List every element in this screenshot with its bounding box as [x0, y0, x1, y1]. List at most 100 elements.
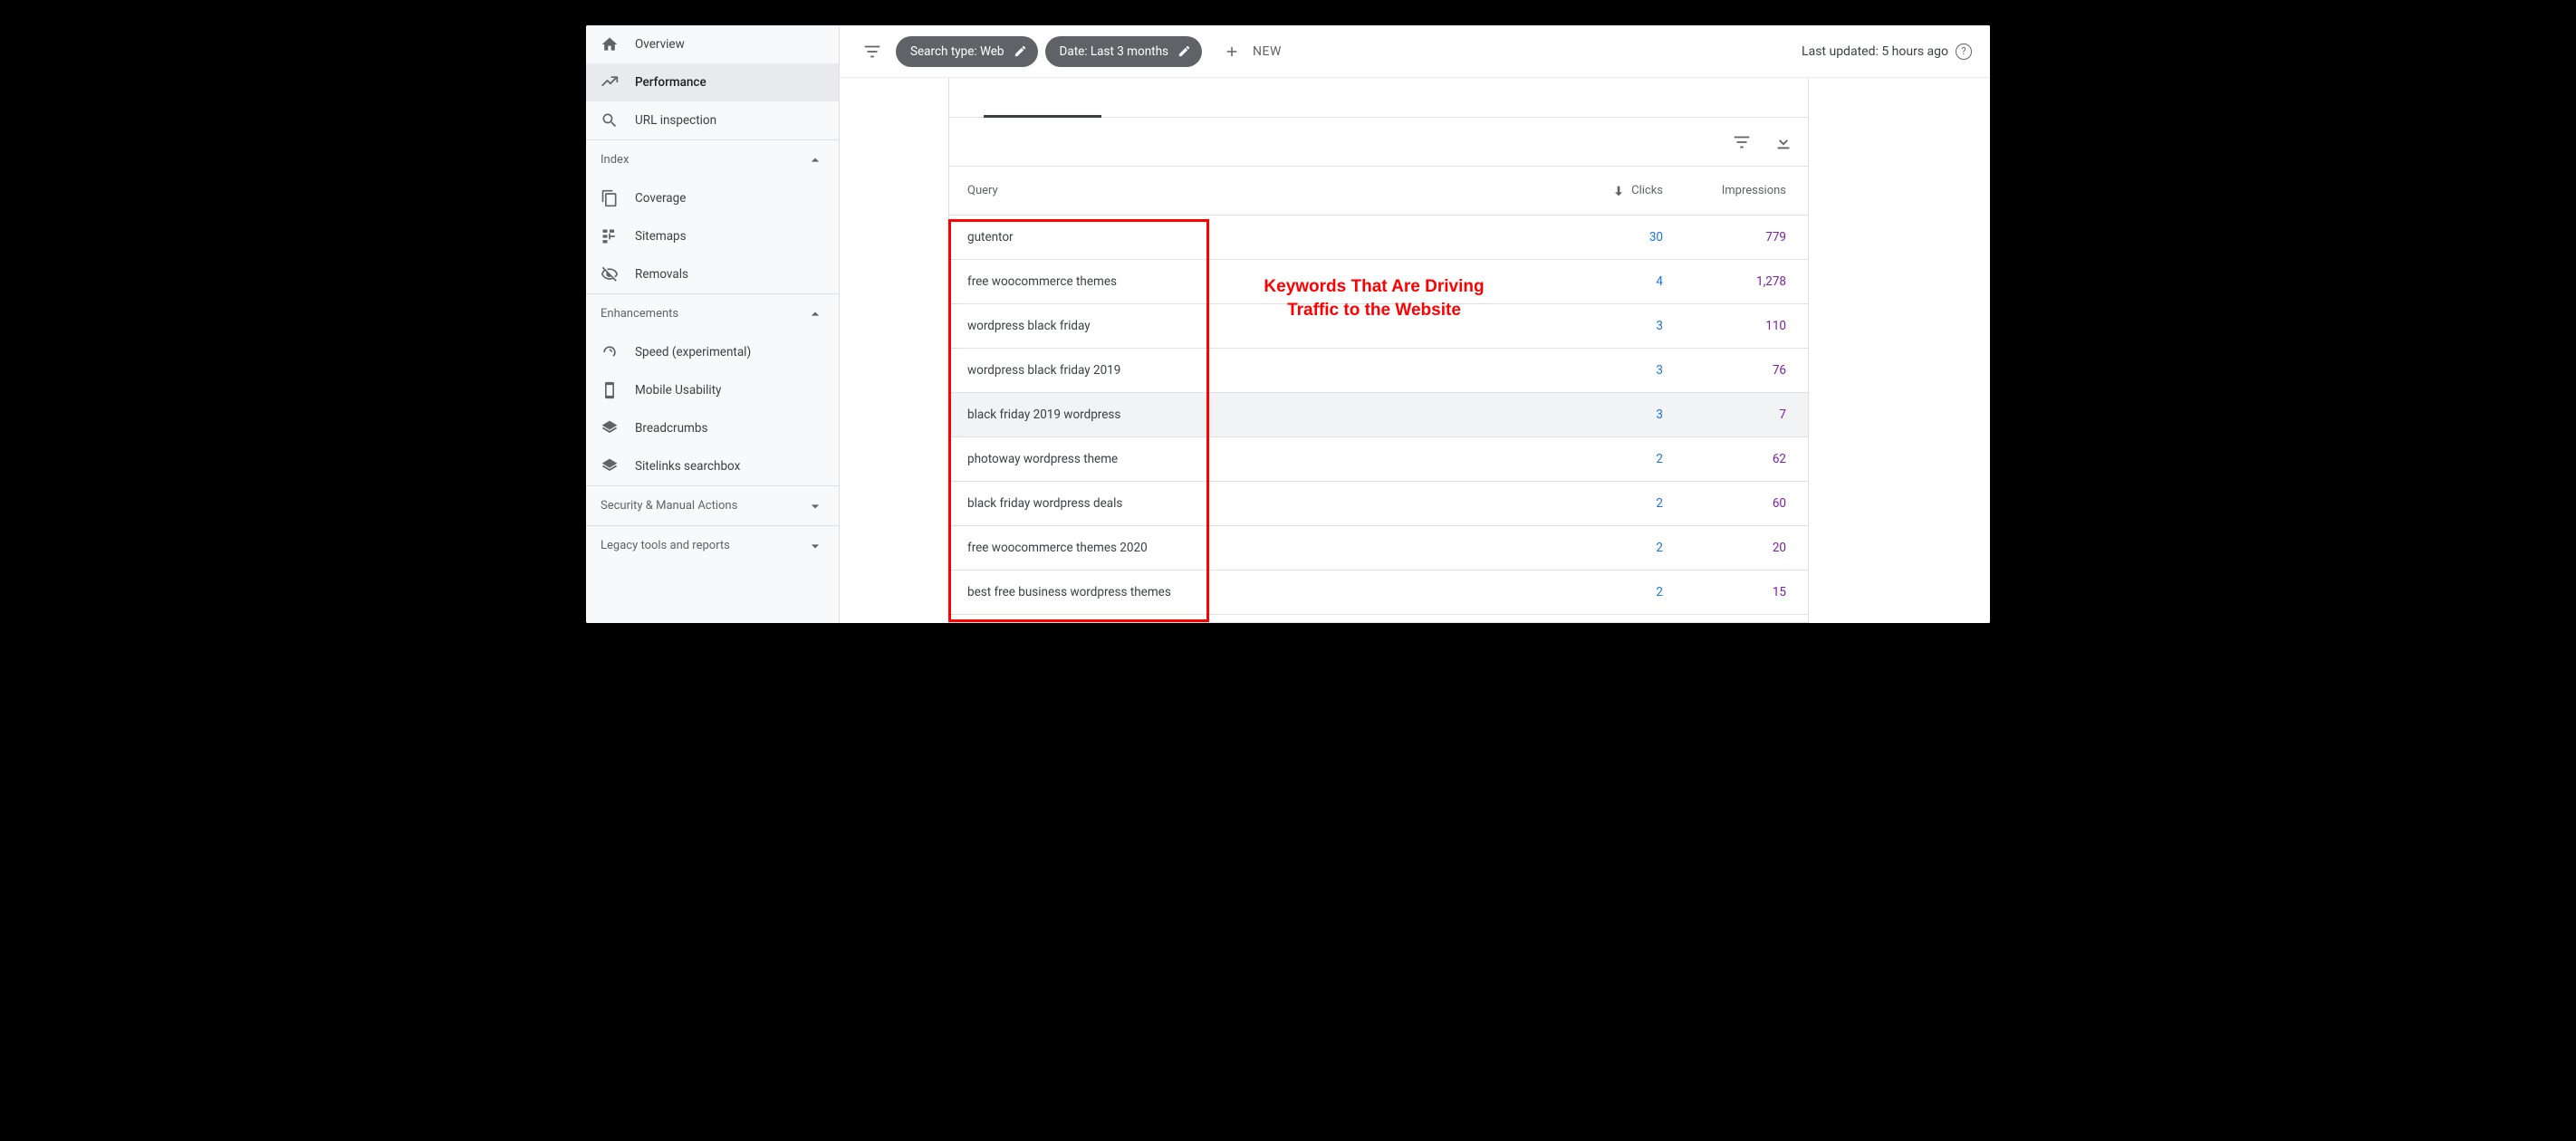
filter-icon[interactable] [856, 35, 889, 68]
queries-card: Query Clicks Impressions gutentor30779fr… [948, 78, 1809, 623]
table-row[interactable]: black friday wordpress deals260 [949, 482, 1808, 526]
sidebar-item-speed[interactable]: Speed (experimental) [586, 333, 839, 371]
content-area: Query Clicks Impressions gutentor30779fr… [840, 78, 1990, 623]
sidebar-item-label: Sitemaps [635, 229, 687, 244]
new-filter-button[interactable]: NEW [1213, 35, 1293, 68]
new-label: NEW [1253, 44, 1282, 59]
cell-query: black friday wordpress deals [949, 496, 1545, 511]
chip-label: Date: Last 3 months [1060, 44, 1169, 59]
table-row[interactable]: gutentor30779 [949, 216, 1808, 260]
cell-clicks: 2 [1545, 541, 1663, 555]
table-row[interactable]: free woocommerce themes 2020220 [949, 526, 1808, 570]
download-icon[interactable] [1773, 132, 1793, 152]
last-updated: Last updated: 5 hours ago ? [1802, 43, 1972, 60]
search-icon [601, 111, 619, 129]
column-impressions[interactable]: Impressions [1663, 184, 1808, 197]
cell-clicks: 2 [1545, 585, 1663, 599]
cell-impressions: 779 [1663, 230, 1808, 244]
chevron-up-icon [806, 305, 824, 323]
help-icon[interactable]: ? [1956, 43, 1972, 60]
table-row[interactable]: free woocommerce themes41,278 [949, 260, 1808, 304]
section-index[interactable]: Index [586, 139, 839, 179]
section-label: Enhancements [601, 307, 678, 321]
cell-query: free woocommerce themes 2020 [949, 541, 1545, 555]
hide-icon [601, 265, 619, 283]
cell-query: photoway wordpress theme [949, 452, 1545, 466]
table-header: Query Clicks Impressions [949, 167, 1808, 216]
column-clicks-label: Clicks [1631, 184, 1663, 197]
cell-query: wordpress black friday [949, 319, 1545, 333]
section-enhancements[interactable]: Enhancements [586, 293, 839, 333]
mobile-icon [601, 381, 619, 399]
sidebar-item-label: Coverage [635, 191, 686, 206]
cell-impressions: 76 [1663, 363, 1808, 378]
cell-impressions: 60 [1663, 496, 1808, 511]
pencil-icon [1177, 44, 1191, 58]
home-icon [601, 35, 619, 53]
column-query[interactable]: Query [949, 184, 1545, 197]
cell-impressions: 110 [1663, 319, 1808, 333]
sidebar-item-sitelinks[interactable]: Sitelinks searchbox [586, 447, 839, 485]
main-content: Search type: Web Date: Last 3 months NEW… [840, 25, 1990, 623]
sitemap-icon [601, 227, 619, 245]
layers-icon [601, 419, 619, 437]
plus-icon [1224, 43, 1240, 60]
sidebar-item-label: Speed (experimental) [635, 345, 751, 360]
chevron-up-icon [806, 151, 824, 169]
sidebar-item-breadcrumbs[interactable]: Breadcrumbs [586, 409, 839, 447]
table-row[interactable]: best free business wordpress themes215 [949, 570, 1808, 615]
cell-query: black friday 2019 wordpress [949, 408, 1545, 422]
sort-desc-icon [1611, 184, 1626, 198]
sidebar-item-coverage[interactable]: Coverage [586, 179, 839, 217]
section-security[interactable]: Security & Manual Actions [586, 485, 839, 525]
chevron-down-icon [806, 537, 824, 555]
sidebar-item-label: Mobile Usability [635, 383, 721, 398]
filter-icon[interactable] [1732, 132, 1752, 152]
app-window: Overview Performance URL inspection Inde… [579, 18, 1997, 630]
cell-query: gutentor [949, 230, 1545, 244]
cell-impressions: 1,278 [1663, 274, 1808, 289]
sidebar-item-sitemaps[interactable]: Sitemaps [586, 217, 839, 255]
chip-search-type[interactable]: Search type: Web [896, 36, 1038, 67]
sidebar-item-label: Breadcrumbs [635, 421, 707, 436]
section-label: Security & Manual Actions [601, 499, 737, 513]
speed-icon [601, 343, 619, 361]
layers-icon [601, 457, 619, 475]
sidebar-item-label: Performance [635, 75, 706, 90]
cell-impressions: 62 [1663, 452, 1808, 466]
sidebar-item-label: Removals [635, 267, 688, 282]
chip-label: Search type: Web [910, 44, 1004, 59]
sidebar-item-mobile[interactable]: Mobile Usability [586, 371, 839, 409]
section-label: Legacy tools and reports [601, 539, 730, 552]
sidebar-item-performance[interactable]: Performance [586, 63, 839, 101]
column-clicks[interactable]: Clicks [1545, 184, 1663, 198]
sidebar-item-overview[interactable]: Overview [586, 25, 839, 63]
cell-clicks: 4 [1545, 274, 1663, 289]
sidebar: Overview Performance URL inspection Inde… [586, 25, 840, 623]
cell-clicks: 2 [1545, 496, 1663, 511]
cell-clicks: 3 [1545, 363, 1663, 378]
table-toolbar [949, 118, 1808, 167]
cell-clicks: 30 [1545, 230, 1663, 244]
sidebar-item-label: Overview [635, 37, 685, 52]
sidebar-item-label: URL inspection [635, 113, 716, 128]
sidebar-item-removals[interactable]: Removals [586, 255, 839, 293]
trend-icon [601, 73, 619, 91]
table-row[interactable]: photoway wordpress theme262 [949, 437, 1808, 482]
cell-query: wordpress black friday 2019 [949, 363, 1545, 378]
sidebar-item-url-inspection[interactable]: URL inspection [586, 101, 839, 139]
cell-impressions: 7 [1663, 408, 1808, 422]
table-row[interactable]: wordpress black friday3110 [949, 304, 1808, 349]
cell-query: best free business wordpress themes [949, 585, 1545, 599]
cell-clicks: 3 [1545, 319, 1663, 333]
table-body: gutentor30779free woocommerce themes41,2… [949, 216, 1808, 615]
sidebar-item-label: Sitelinks searchbox [635, 459, 740, 474]
table-row[interactable]: black friday 2019 wordpress37 [949, 393, 1808, 437]
chip-date[interactable]: Date: Last 3 months [1045, 36, 1203, 67]
table-row[interactable]: wordpress black friday 2019376 [949, 349, 1808, 393]
tab-queries[interactable] [949, 78, 1808, 118]
section-legacy[interactable]: Legacy tools and reports [586, 525, 839, 565]
copy-icon [601, 189, 619, 207]
cell-impressions: 15 [1663, 585, 1808, 599]
pencil-icon [1014, 44, 1027, 58]
